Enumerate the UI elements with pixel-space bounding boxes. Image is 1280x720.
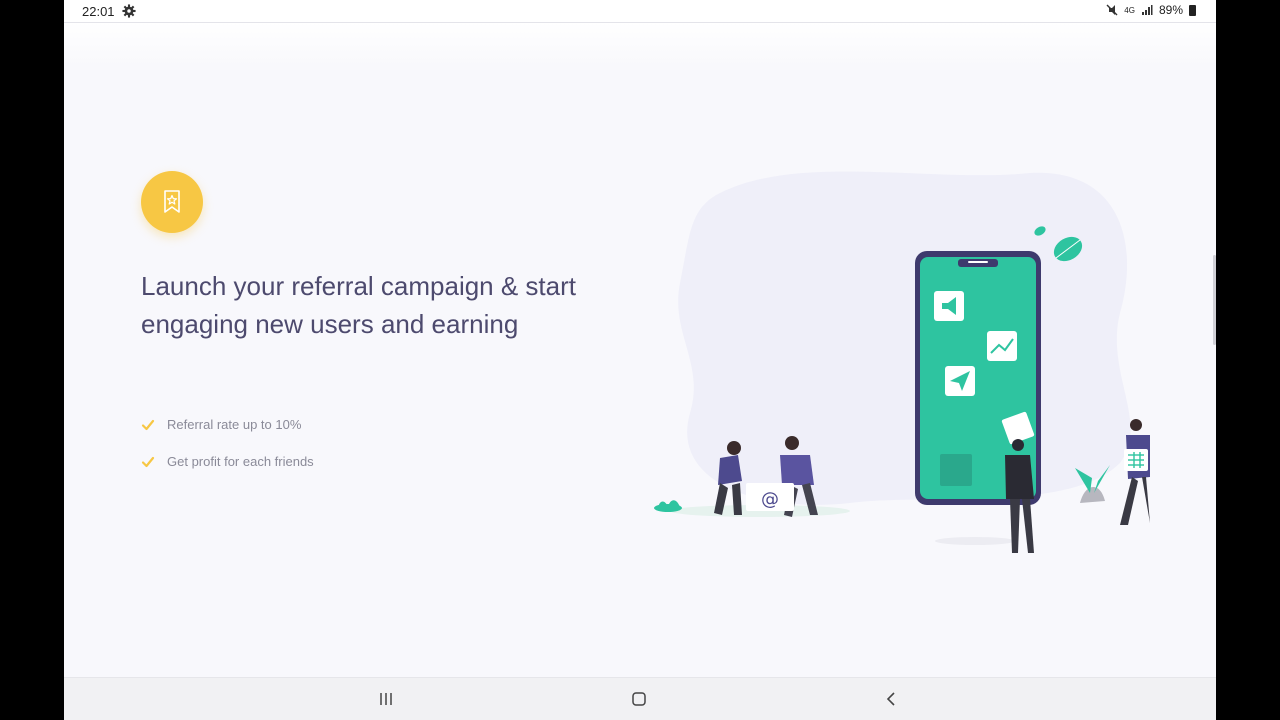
status-bar: 22:01 4G 89% — [64, 0, 1216, 23]
battery-percent: 89% — [1158, 3, 1183, 17]
scrollbar-thumb[interactable] — [1213, 255, 1216, 345]
feature-text: Referral rate up to 10% — [167, 417, 302, 432]
check-icon — [141, 456, 155, 467]
system-nav-bar — [64, 677, 1216, 720]
feature-text: Get profit for each friends — [167, 454, 314, 469]
landing-page: Launch your referral campaign & start en… — [64, 23, 1216, 678]
home-button[interactable] — [628, 688, 650, 710]
home-icon — [632, 692, 646, 706]
battery-icon — [1189, 4, 1196, 16]
feature-item: Get profit for each friends — [141, 443, 314, 480]
back-button[interactable] — [880, 688, 902, 710]
recent-apps-button[interactable] — [375, 688, 397, 710]
mute-icon — [1106, 4, 1118, 16]
person-at-phone — [1005, 439, 1034, 553]
feature-item: Referral rate up to 10% — [141, 406, 314, 443]
status-time: 22:01 — [82, 4, 115, 19]
back-icon — [886, 692, 895, 706]
recent-apps-icon — [380, 693, 392, 705]
signal-icon — [1141, 5, 1153, 15]
page-top-band — [64, 23, 1216, 67]
referral-illustration: @ — [654, 171, 1150, 553]
network-type: 4G — [1124, 5, 1135, 15]
status-right-group: 4G 89% — [1106, 3, 1196, 17]
settings-icon — [122, 4, 136, 18]
device-screen: 22:01 4G 89% Launch your referral campai… — [64, 0, 1216, 720]
referral-badge — [141, 171, 203, 233]
people-carrying-email: @ — [654, 436, 818, 517]
ground-shadow — [935, 537, 1015, 545]
check-icon — [141, 419, 155, 430]
feature-list: Referral rate up to 10% Get profit for e… — [141, 406, 314, 480]
background-blob — [678, 171, 1131, 505]
bookmark-star-icon — [164, 190, 180, 213]
hero-headline: Launch your referral campaign & start en… — [141, 271, 576, 339]
email-symbol: @ — [761, 489, 779, 510]
